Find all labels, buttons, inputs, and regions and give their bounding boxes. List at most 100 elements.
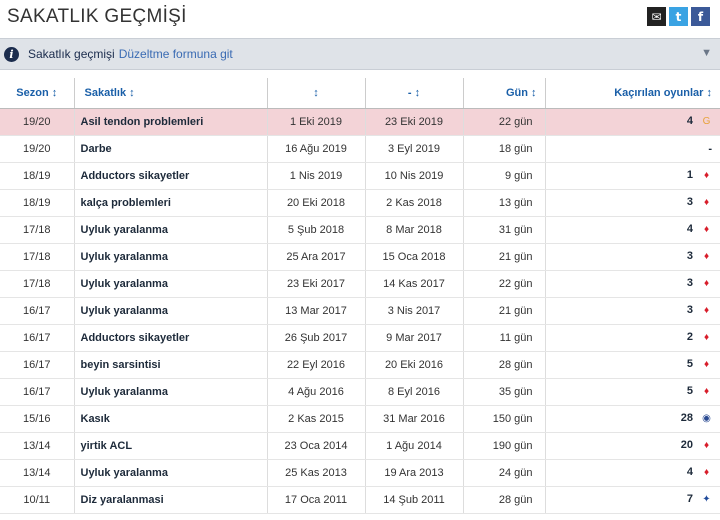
table-row: 18/19 Adductors sikayetler 1 Nis 2019 10 Ni… (0, 162, 720, 190)
until-date-cell: 2 Kas 2018 (365, 189, 464, 217)
days-cell: 190 gün (463, 432, 546, 460)
from-date-cell: 25 Kas 2013 (267, 459, 366, 487)
missed-games-cell: 3 ♦ (545, 243, 720, 271)
season-cell: 16/17 (0, 351, 75, 379)
season-cell: 18/19 (0, 162, 75, 190)
missed-games-count: 3 (686, 250, 693, 263)
info-bar: i Sakatlık geçmişi Düzeltme formuna git … (0, 38, 720, 70)
monaco-crest-icon[interactable]: ♦ (701, 385, 712, 398)
days-cell: 28 gün (463, 486, 546, 514)
column-header-season[interactable]: Sezon ↕ (0, 78, 75, 109)
until-date-cell: 20 Eki 2016 (365, 351, 464, 379)
injury-cell: Asil tendon problemleri (74, 108, 268, 136)
mail-share-button[interactable]: ✉ (647, 7, 666, 26)
share-buttons: ✉ t f (647, 7, 710, 26)
realmadrid-crest-icon[interactable]: ◉ (701, 412, 712, 425)
missed-games-count: 3 (686, 196, 693, 209)
injury-cell: Uyluk yaralanma (74, 243, 268, 271)
missed-games-count: 3 (686, 277, 693, 290)
season-cell: 19/20 (0, 135, 75, 163)
missed-games-count: 2 (686, 331, 693, 344)
missed-games-cell: 4G (545, 108, 720, 136)
missed-games-cell: 1 ♦ (545, 162, 720, 190)
table-row: 15/16 Kasık 2 Kas 2015 31 Mar 2016 150 gün 28… (0, 405, 720, 433)
missed-games-count: 3 (686, 304, 693, 317)
table-row: 16/17 Adductors sikayetler 26 Şub 2017 9 Ma… (0, 324, 720, 352)
season-cell: 16/17 (0, 378, 75, 406)
table-row: 13/14 Uyluk yaralanma 25 Kas 2013 19 Ara 20… (0, 459, 720, 487)
from-date-cell: 16 Ağu 2019 (267, 135, 366, 163)
missed-games-cell: 2 ♦ (545, 324, 720, 352)
days-cell: 13 gün (463, 189, 546, 217)
from-date-cell: 1 Eki 2019 (267, 108, 366, 136)
monaco-crest-icon[interactable]: ♦ (701, 331, 712, 344)
monaco-crest-icon[interactable]: ♦ (701, 223, 712, 236)
table-row: 17/18 Uyluk yaralanma 23 Eki 2017 14 Kas 20… (0, 270, 720, 298)
column-header-days[interactable]: Gün ↕ (463, 78, 546, 109)
missed-games-count: 28 (680, 412, 693, 425)
from-date-cell: 1 Nis 2019 (267, 162, 366, 190)
missed-games-cell: 3 ♦ (545, 297, 720, 325)
until-date-cell: 14 Kas 2017 (365, 270, 464, 298)
season-cell: 10/11 (0, 486, 75, 514)
injury-cell: Kasık (74, 405, 268, 433)
missed-games-cell: - (545, 135, 720, 163)
days-cell: 22 gün (463, 270, 546, 298)
facebook-share-button[interactable]: f (691, 7, 710, 26)
missed-games-cell: 5 ♦ (545, 378, 720, 406)
injury-cell: Darbe (74, 135, 268, 163)
monaco-crest-icon[interactable]: ♦ (701, 250, 712, 263)
missed-games-cell: 4 ♦ (545, 459, 720, 487)
monaco-crest-icon[interactable]: ♦ (701, 304, 712, 317)
until-date-cell: 15 Oca 2018 (365, 243, 464, 271)
table-header-row: Sezon ↕ Sakatlık ↕ ↕ - ↕ Gün ↕ Kaçırılan… (0, 78, 720, 109)
season-cell: 15/16 (0, 405, 75, 433)
season-cell: 18/19 (0, 189, 75, 217)
table-row: 19/20 Darbe 16 Ağu 2019 3 Eyl 2019 18 gün - (0, 135, 720, 163)
monaco-crest-icon[interactable]: ♦ (701, 358, 712, 371)
days-cell: 31 gün (463, 216, 546, 244)
column-header-injury[interactable]: Sakatlık ↕ (74, 78, 268, 109)
injury-cell: Adductors sikayetler (74, 162, 268, 190)
monaco-crest-icon[interactable]: ♦ (701, 169, 712, 182)
missed-games-cell: 4 ♦ (545, 216, 720, 244)
missed-games-count: 1 (686, 169, 693, 182)
days-cell: 21 gün (463, 297, 546, 325)
season-cell: 19/20 (0, 108, 75, 136)
until-date-cell: 14 Şub 2011 (365, 486, 464, 514)
monaco-crest-icon[interactable]: ♦ (701, 196, 712, 209)
column-header-from[interactable]: ↕ (267, 78, 366, 109)
correction-form-link[interactable]: Düzeltme formuna git (119, 47, 233, 61)
injury-cell: Uyluk yaralanma (74, 297, 268, 325)
until-date-cell: 1 Ağu 2014 (365, 432, 464, 460)
from-date-cell: 4 Ağu 2016 (267, 378, 366, 406)
injury-cell: kalça problemleri (74, 189, 268, 217)
from-date-cell: 25 Ara 2017 (267, 243, 366, 271)
until-date-cell: 19 Ara 2013 (365, 459, 464, 487)
season-cell: 16/17 (0, 324, 75, 352)
monaco-crest-icon[interactable]: ♦ (701, 439, 712, 452)
monaco-crest-icon[interactable]: ♦ (701, 277, 712, 290)
porto-crest-icon[interactable]: ✦ (701, 493, 712, 506)
until-date-cell: 23 Eki 2019 (365, 108, 464, 136)
days-cell: 11 gün (463, 324, 546, 352)
missed-games-cell: 20 ♦ (545, 432, 720, 460)
season-cell: 13/14 (0, 459, 75, 487)
until-date-cell: 31 Mar 2016 (365, 405, 464, 433)
missed-games-cell: 28 ◉ (545, 405, 720, 433)
from-date-cell: 5 Şub 2018 (267, 216, 366, 244)
column-header-missed-games[interactable]: Kaçırılan oyunlar ↕ (545, 78, 720, 109)
table-row: 17/18 Uyluk yaralanma 5 Şub 2018 8 Mar 2018… (0, 216, 720, 244)
table-row: 10/11 Diz yaralanmasi 17 Oca 2011 14 Şub 20… (0, 486, 720, 514)
from-date-cell: 20 Eki 2018 (267, 189, 366, 217)
galatasaray-crest-icon[interactable]: G (701, 115, 712, 128)
chevron-down-icon[interactable]: ▼ (701, 47, 712, 59)
missed-games-count: 4 (686, 466, 693, 479)
season-cell: 13/14 (0, 432, 75, 460)
column-header-until[interactable]: - ↕ (365, 78, 464, 109)
monaco-crest-icon[interactable]: ♦ (701, 466, 712, 479)
twitter-share-button[interactable]: t (669, 7, 688, 26)
injury-cell: beyin sarsintisi (74, 351, 268, 379)
from-date-cell: 22 Eyl 2016 (267, 351, 366, 379)
season-cell: 17/18 (0, 270, 75, 298)
